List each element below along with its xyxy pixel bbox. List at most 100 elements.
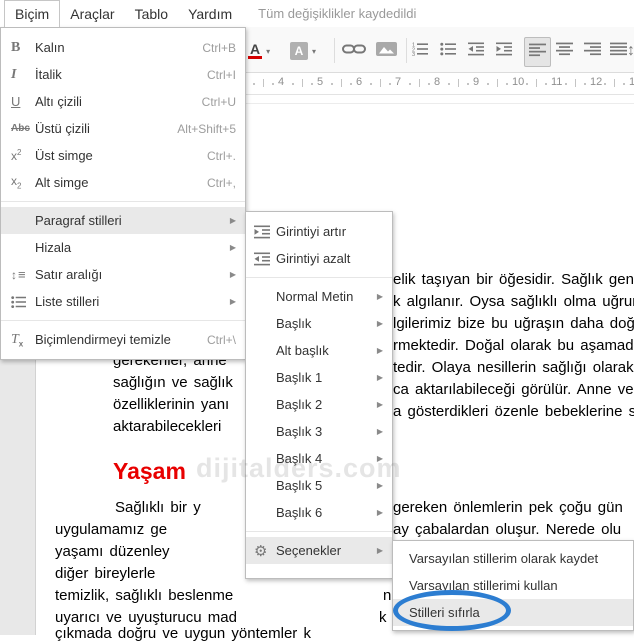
numbered-list-button[interactable]: 123 (412, 40, 428, 62)
menu-item-save-as-default-styles[interactable]: Varsayılan stillerim olarak kaydet (393, 545, 633, 572)
ruler-tick (603, 83, 606, 85)
menu-item-heading-6[interactable]: Başlık 6 ▶ (246, 499, 392, 526)
submenu-arrow-icon: ▶ (376, 346, 383, 355)
menu-item-superscript[interactable]: x2 Üst simge Ctrl+. (1, 142, 245, 169)
site-watermark: dijitalders.com (196, 453, 402, 483)
menu-item-subtitle[interactable]: Alt başlık ▶ (246, 337, 392, 364)
document-text-fragment: yaşamı düzenley (55, 543, 170, 560)
menu-item-label: Varsayılan stillerim olarak kaydet (409, 551, 599, 566)
ruler-tick (262, 79, 264, 87)
menu-item-subscript[interactable]: x2 Alt simge Ctrl+, (1, 169, 245, 196)
align-center-button[interactable] (556, 40, 573, 62)
menu-item-title[interactable]: Başlık ▶ (246, 310, 392, 337)
align-right-button[interactable] (584, 40, 601, 62)
ruler-tick (545, 83, 548, 85)
save-status: Tüm değişiklikler kaydedildi (258, 6, 417, 21)
menu-item-shortcut: Ctrl+\ (206, 332, 236, 347)
document-text-fragment: özelliklerinin yanı (113, 396, 230, 413)
menu-item-heading-1[interactable]: Başlık 1 ▶ (246, 364, 392, 391)
document-text-fragment: Sağlıklı bir y (115, 499, 201, 516)
ruler-tick (574, 79, 576, 87)
menu-item-label: Başlık 1 (276, 370, 323, 385)
submenu-arrow-icon: ▶ (376, 319, 383, 328)
link-icon (342, 42, 366, 61)
menu-item-list-styles[interactable]: Liste stilleri ▶ (1, 288, 245, 315)
menu-item-label: Girintiyi azalt (276, 251, 351, 266)
line-spacing-icon: ↕ (627, 42, 634, 59)
menu-separator (1, 320, 245, 321)
menu-item-label: Alt başlık (276, 343, 329, 358)
highlight-color-button[interactable]: A ▾ (290, 40, 316, 62)
menu-item-shortcut: Ctrl+B (202, 40, 236, 55)
submenu-arrow-icon: ▶ (376, 546, 383, 555)
menu-separator (246, 531, 392, 532)
menu-tablo[interactable]: Tablo (125, 0, 178, 27)
menu-bicim[interactable]: Biçim (4, 0, 61, 27)
annotation-circle (393, 590, 511, 631)
menu-item-italic[interactable]: I İtalik Ctrl+I (1, 61, 245, 88)
submenu-arrow-icon: ▶ (229, 243, 236, 252)
menu-item-label: Satır aralığı (35, 267, 103, 282)
ruler-tick (564, 83, 567, 85)
ruler-tick (272, 83, 275, 85)
menu-item-bold[interactable]: B Kalın Ctrl+B (1, 34, 245, 61)
menu-item-label: Normal Metin (276, 289, 354, 304)
menu-item-label: İtalik (35, 67, 62, 82)
document-text-fragment: temizlik, sağlıklı beslenme (55, 587, 234, 604)
increase-indent-button[interactable] (496, 40, 512, 62)
align-justify-button[interactable] (610, 40, 627, 62)
document-text-fragment: sağlığın ve sağlık (113, 374, 233, 391)
align-justify-icon (610, 42, 627, 61)
align-left-button[interactable] (524, 37, 551, 67)
menu-araclar[interactable]: Araçlar (60, 0, 124, 27)
menu-yardim[interactable]: Yardım (178, 0, 242, 27)
menubar: Biçim Araçlar Tablo Yardım Tüm değişikli… (0, 0, 634, 27)
document-text-fragment: uygulamamız ge (55, 521, 168, 538)
decrease-indent-icon (468, 42, 484, 61)
submenu-arrow-icon: ▶ (376, 400, 383, 409)
line-spacing-button[interactable]: ↕ (627, 40, 634, 62)
bulleted-list-button[interactable] (440, 40, 456, 62)
ruler-number: 11 (551, 76, 563, 88)
document-text-fragment: a gösterdikleri özenle bebeklerine s (393, 403, 634, 420)
menu-item-label: Alt simge (35, 175, 89, 190)
document-text-fragment: gereken önlemlerin pek çoğu gün (393, 499, 623, 516)
menu-item-paragraph-styles[interactable]: Paragraf stilleri ▶ (1, 207, 245, 234)
menu-item-heading-2[interactable]: Başlık 2 ▶ (246, 391, 392, 418)
insert-image-button[interactable] (376, 40, 397, 62)
ruler-tick (613, 79, 615, 87)
menu-item-increase-indent[interactable]: Girintiyi artır (246, 218, 392, 245)
superscript-icon: x2 (11, 148, 22, 163)
submenu-arrow-icon: ▶ (376, 427, 383, 436)
menu-item-line-spacing[interactable]: ↕ ≡ Satır aralığı ▶ (1, 261, 245, 288)
menu-item-label: Üstü çizili (35, 121, 90, 136)
ruler-number: 13 (629, 76, 634, 88)
menu-item-underline[interactable]: U Altı çizili Ctrl+U (1, 88, 245, 115)
decrease-indent-button[interactable] (468, 40, 484, 62)
ruler-tick (350, 83, 353, 85)
menu-item-normal-text[interactable]: Normal Metin ▶ (246, 283, 392, 310)
highlight-color-icon: A (290, 42, 308, 60)
ruler-tick (340, 79, 342, 87)
ruler-tick (428, 83, 431, 85)
ruler-tick (486, 83, 489, 85)
menu-item-heading-3[interactable]: Başlık 3 ▶ (246, 418, 392, 445)
menu-item-align[interactable]: Hizala ▶ (1, 234, 245, 261)
ruler-number: 6 (356, 76, 363, 88)
align-left-icon (529, 43, 546, 62)
text-color-button[interactable]: A ▾ (248, 40, 270, 62)
ruler-tick (447, 83, 450, 85)
chevron-down-icon: ▾ (312, 46, 317, 56)
text-color-icon: A (248, 41, 263, 59)
insert-link-button[interactable] (342, 40, 366, 62)
menu-item-options[interactable]: ⚙ Seçenekler ▶ (246, 537, 392, 564)
document-heading: Yaşam (113, 458, 186, 484)
menu-item-clear-formatting[interactable]: Tx Biçimlendirmeyi temizle Ctrl+\ (1, 326, 245, 353)
svg-text:3: 3 (412, 52, 415, 56)
menu-item-label: Kalın (35, 40, 65, 55)
menu-item-strikethrough[interactable]: Abc Üstü çizili Alt+Shift+5 (1, 115, 245, 142)
menu-item-decrease-indent[interactable]: Girintiyi azalt (246, 245, 392, 272)
menu-item-shortcut: Ctrl+, (206, 175, 236, 190)
menu-item-shortcut: Ctrl+U (201, 94, 236, 109)
submenu-arrow-icon: ▶ (376, 508, 383, 517)
